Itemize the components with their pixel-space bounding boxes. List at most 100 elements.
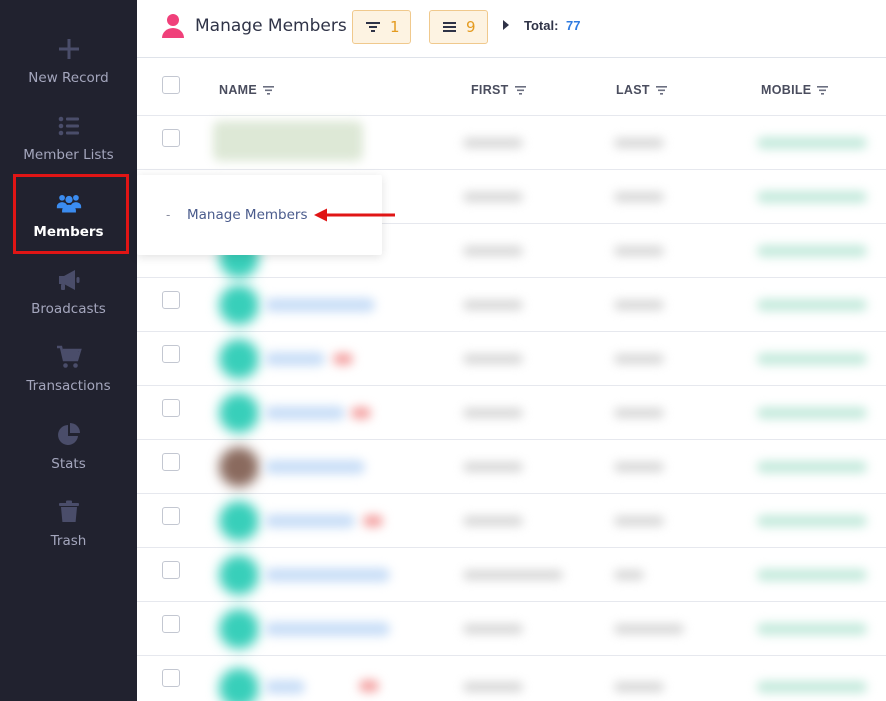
blurred-content	[757, 623, 867, 635]
blurred-content	[757, 461, 867, 473]
nav-new-record-label: New Record	[28, 70, 109, 86]
column-header-last[interactable]: LAST	[616, 83, 667, 97]
blurred-avatar	[219, 501, 259, 541]
nav-trash-label: Trash	[50, 533, 87, 549]
blurred-content	[614, 682, 664, 692]
blurred-content	[757, 137, 867, 149]
blurred-content	[757, 191, 867, 203]
sort-icon	[514, 86, 526, 95]
blurred-content	[463, 246, 523, 256]
table-row[interactable]	[137, 386, 886, 440]
blurred-content	[265, 568, 390, 582]
blurred-content	[757, 245, 867, 257]
sort-icon	[817, 86, 829, 95]
blurred-content	[614, 408, 664, 418]
nav-member-lists-label: Member Lists	[23, 147, 114, 163]
blurred-content	[463, 138, 523, 148]
column-first-label: FIRST	[471, 83, 509, 97]
blurred-content	[463, 682, 523, 692]
list-count: 9	[466, 18, 476, 36]
row-checkbox[interactable]	[162, 507, 180, 525]
row-checkbox[interactable]	[162, 669, 180, 687]
column-header-name[interactable]: NAME	[219, 83, 275, 97]
blurred-content	[757, 681, 867, 693]
active-highlight-box	[13, 174, 129, 254]
table-row[interactable]	[137, 332, 886, 386]
blurred-content	[614, 246, 664, 256]
total-label: Total:	[524, 18, 559, 33]
blurred-content	[265, 680, 305, 694]
row-checkbox[interactable]	[162, 345, 180, 363]
row-checkbox[interactable]	[162, 129, 180, 147]
list-button[interactable]: 9	[429, 10, 488, 44]
row-checkbox[interactable]	[162, 453, 180, 471]
row-checkbox[interactable]	[162, 615, 180, 633]
select-all-checkbox[interactable]	[162, 76, 180, 94]
column-name-label: NAME	[219, 83, 258, 97]
blurred-content	[213, 121, 363, 161]
trash-icon	[58, 500, 79, 522]
blurred-content	[463, 624, 523, 634]
submenu-bullet: -	[166, 207, 171, 222]
table-header: NAME FIRST LAST MOBILE	[137, 58, 886, 116]
blurred-tag	[351, 407, 371, 419]
top-header: Manage Members 1 9 Total: 77	[137, 0, 886, 58]
blurred-avatar	[219, 447, 259, 487]
list-icon	[58, 116, 79, 136]
filter-button[interactable]: 1	[352, 10, 411, 44]
nav-member-lists[interactable]: Member Lists	[0, 113, 137, 175]
column-header-mobile[interactable]: MOBILE	[761, 83, 829, 97]
blurred-content	[463, 192, 523, 202]
blurred-content	[614, 138, 664, 148]
table-row[interactable]	[137, 440, 886, 494]
nav-stats[interactable]: Stats	[0, 422, 137, 484]
table-row[interactable]	[137, 602, 886, 656]
blurred-content	[265, 406, 345, 420]
row-checkbox[interactable]	[162, 399, 180, 417]
blurred-avatar	[219, 555, 259, 595]
table-row[interactable]	[137, 494, 886, 548]
caret-right-icon[interactable]	[503, 20, 509, 30]
column-last-label: LAST	[616, 83, 650, 97]
sort-icon	[655, 86, 667, 95]
page-title: Manage Members	[195, 16, 347, 36]
blurred-tag	[363, 515, 383, 527]
megaphone-icon	[58, 270, 79, 290]
blurred-tag	[359, 680, 379, 692]
blurred-content	[614, 462, 664, 472]
table-row[interactable]	[137, 116, 886, 170]
filter-icon	[366, 22, 380, 32]
blurred-content	[614, 570, 644, 580]
nav-broadcasts[interactable]: Broadcasts	[0, 267, 137, 329]
nav-transactions-label: Transactions	[26, 378, 111, 394]
sort-icon	[263, 86, 275, 95]
nav-transactions[interactable]: Transactions	[0, 344, 137, 406]
blurred-content	[265, 460, 365, 474]
table-row[interactable]	[137, 656, 886, 701]
blurred-content	[463, 408, 523, 418]
row-checkbox[interactable]	[162, 561, 180, 579]
row-checkbox[interactable]	[162, 291, 180, 309]
blurred-content	[463, 462, 523, 472]
blurred-content	[614, 192, 664, 202]
table-row[interactable]	[137, 548, 886, 602]
blurred-content	[757, 569, 867, 581]
blurred-content	[463, 570, 563, 580]
cart-icon	[56, 345, 82, 368]
blurred-content	[463, 300, 523, 310]
blurred-content	[265, 352, 325, 366]
nav-new-record[interactable]: New Record	[0, 36, 137, 98]
column-header-first[interactable]: FIRST	[471, 83, 526, 97]
blurred-content	[757, 515, 867, 527]
submenu-item-manage-members[interactable]: Manage Members	[187, 207, 307, 223]
table-row[interactable]	[137, 278, 886, 332]
blurred-avatar	[219, 285, 259, 325]
blurred-content	[265, 622, 390, 636]
nav-trash[interactable]: Trash	[0, 499, 137, 561]
arrow-left-icon	[314, 208, 395, 222]
blurred-content	[614, 300, 664, 310]
filter-count: 1	[390, 18, 400, 36]
user-icon	[162, 14, 184, 38]
blurred-avatar	[219, 668, 259, 701]
blurred-content	[614, 516, 664, 526]
